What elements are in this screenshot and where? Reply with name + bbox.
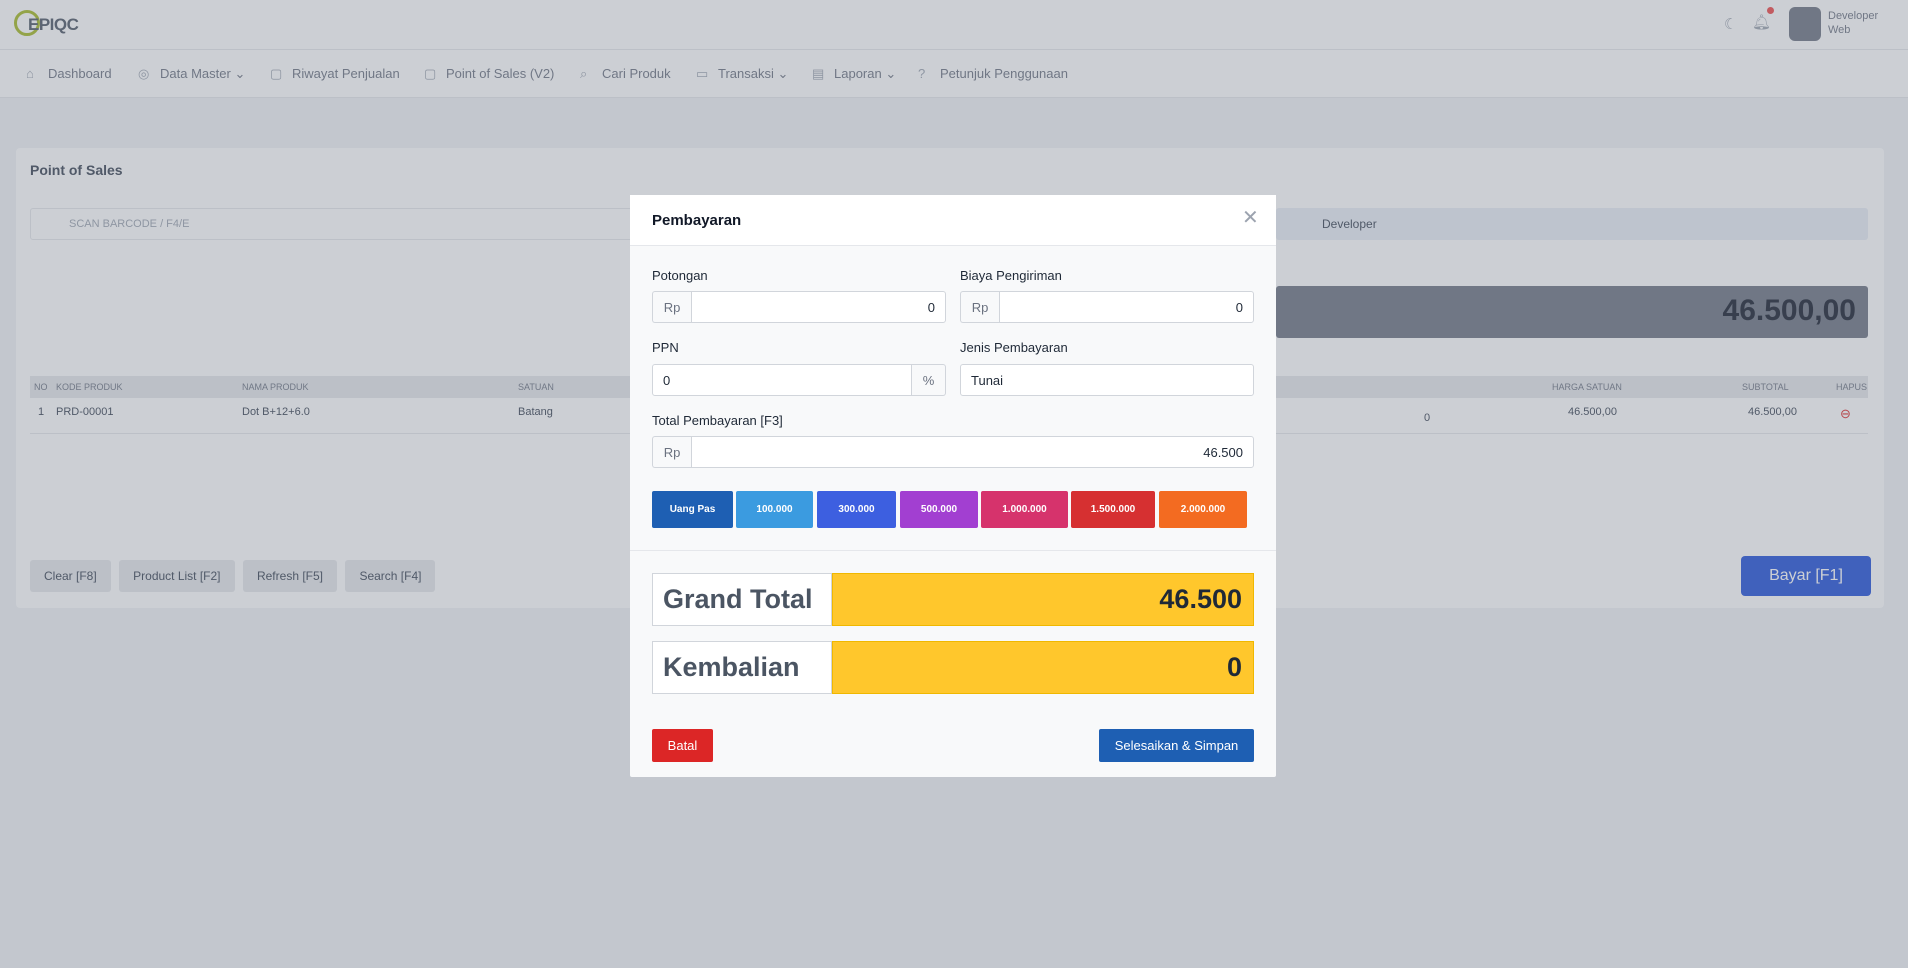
jenis-pembayaran-group: Tunai [960,364,1254,396]
potongan-group: Rp 0 [652,291,946,323]
quick-amount-300000-button[interactable]: 300.000 [817,491,896,528]
divider [630,550,1276,551]
save-button[interactable]: Selesaikan & Simpan [1099,729,1254,762]
total-pembayaran-input[interactable]: 46.500 [691,436,1254,468]
biaya-pengiriman-input[interactable]: 0 [999,291,1254,323]
grand-total-row: Grand Total 46.500 [652,573,1254,626]
modal-header: Pembayaran ✕ [630,195,1276,246]
kembalian-row: Kembalian 0 [652,641,1254,694]
kembalian-label: Kembalian [652,641,832,694]
quick-amount-1500000-button[interactable]: 1.500.000 [1071,491,1155,528]
modal-title: Pembayaran [652,212,742,229]
kembalian-value: 0 [832,641,1254,694]
ppn-label: PPN [652,340,679,355]
biaya-pengiriman-label: Biaya Pengiriman [960,268,1062,283]
cancel-button[interactable]: Batal [652,729,713,762]
ppn-group: 0 % [652,364,946,396]
quick-amount-100000-button[interactable]: 100.000 [736,491,813,528]
payment-modal: Pembayaran ✕ Potongan Rp 0 Biaya Pengiri… [630,195,1276,777]
percent-suffix: % [912,364,946,396]
currency-prefix: Rp [652,436,691,468]
jenis-pembayaran-select[interactable]: Tunai [960,364,1254,396]
ppn-input[interactable]: 0 [652,364,912,396]
potongan-label: Potongan [652,268,708,283]
jenis-pembayaran-label: Jenis Pembayaran [960,340,1068,355]
biaya-pengiriman-group: Rp 0 [960,291,1254,323]
grand-total-label: Grand Total [652,573,832,626]
currency-prefix: Rp [960,291,999,323]
quick-amount-500000-button[interactable]: 500.000 [900,491,978,528]
total-pembayaran-label: Total Pembayaran [F3] [652,413,783,428]
grand-total-value: 46.500 [832,573,1254,626]
uang-pas-button[interactable]: Uang Pas [652,491,733,528]
currency-prefix: Rp [652,291,691,323]
close-icon[interactable]: ✕ [1242,208,1259,228]
potongan-input[interactable]: 0 [691,291,946,323]
quick-amount-1000000-button[interactable]: 1.000.000 [981,491,1068,528]
quick-amount-2000000-button[interactable]: 2.000.000 [1159,491,1247,528]
total-pembayaran-group: Rp 46.500 [652,436,1254,468]
